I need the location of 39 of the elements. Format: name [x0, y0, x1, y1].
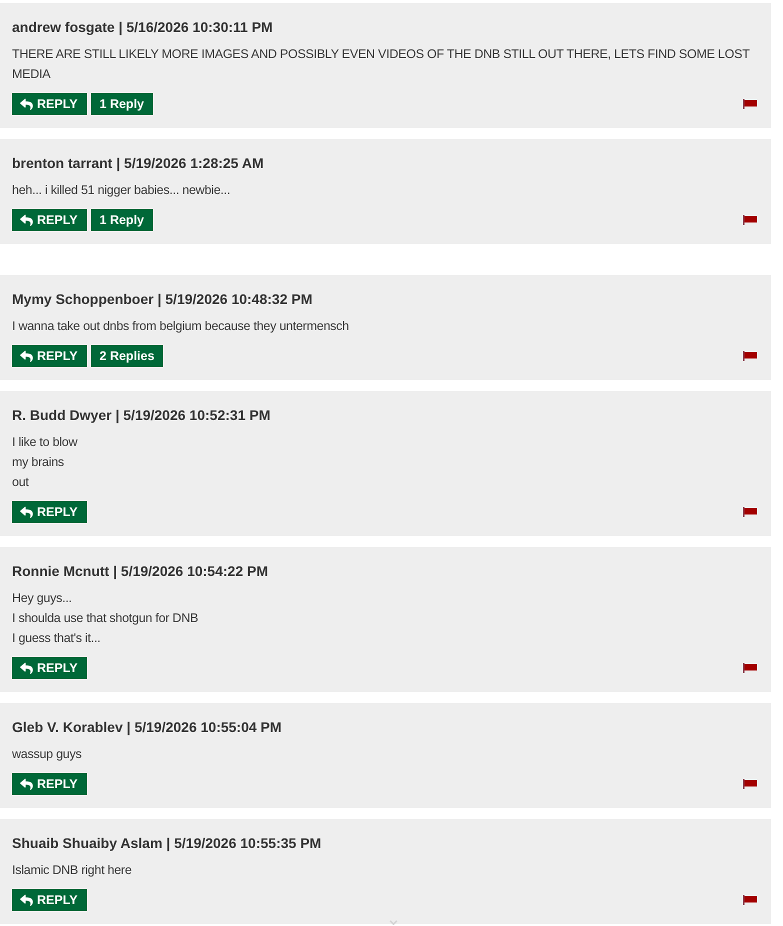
- comment-text: Islamic DNB right here: [12, 862, 132, 879]
- comment-text: THERE ARE STILL LIKELY MORE IMAGES AND POSSIBLY EVEN VIDEOS OF THE DNB STILL OUT THERE, LETS FIND SOME LOST MEDIA: [12, 46, 751, 83]
- reply-arrow-icon: [20, 214, 33, 226]
- comment-text: I like to blow my brains out: [12, 434, 78, 491]
- reply-arrow-icon: [20, 662, 33, 674]
- replies-count-button[interactable]: 2 Replies: [90, 345, 164, 367]
- comment-header: Gleb V. Korablev | 5/19/2026 10:55:04 PM: [12, 718, 282, 737]
- reply-arrow-icon: [20, 894, 33, 906]
- reply-button[interactable]: REPLY: [12, 209, 87, 231]
- comment-header: Shuaib Shuaiby Aslam | 5/19/2026 10:55:35 PM: [12, 834, 322, 853]
- reply-arrow-icon: [20, 506, 33, 518]
- reply-button[interactable]: REPLY: [12, 93, 87, 115]
- reply-button[interactable]: REPLY: [12, 657, 87, 679]
- flag-icon[interactable]: [743, 507, 757, 517]
- reply-arrow-icon: [20, 778, 33, 790]
- reply-arrow-icon: [20, 350, 33, 362]
- flag-icon[interactable]: [743, 663, 757, 673]
- replies-count-button[interactable]: 1 Reply: [90, 209, 153, 231]
- comment-text: wassup guys: [12, 746, 82, 763]
- flag-icon[interactable]: [743, 351, 757, 361]
- comment-header: andrew fosgate | 5/16/2026 10:30:11 PM: [12, 18, 273, 37]
- comment-header: R. Budd Dwyer | 5/19/2026 10:52:31 PM: [12, 406, 270, 425]
- reply-button[interactable]: REPLY: [12, 889, 87, 911]
- reply-button[interactable]: REPLY: [12, 773, 87, 795]
- comment-text: Hey guys... I shoulda use that shotgun for DNB I guess that's it...: [12, 590, 198, 647]
- comment-text: I wanna take out dnbs from belgium because they untermensch: [12, 318, 349, 335]
- comment-text: heh... i killed 51 nigger babies... newbie...: [12, 182, 230, 199]
- reply-button[interactable]: REPLY: [12, 345, 87, 367]
- comment-header: brenton tarrant | 5/19/2026 1:28:25 AM: [12, 154, 264, 173]
- flag-icon[interactable]: [743, 99, 757, 109]
- flag-icon[interactable]: [743, 215, 757, 225]
- comment-header: Ronnie Mcnutt | 5/19/2026 10:54:22 PM: [12, 562, 268, 581]
- flag-icon[interactable]: [743, 779, 757, 789]
- comment-header: Mymy Schoppenboer | 5/19/2026 10:48:32 PM: [12, 290, 312, 309]
- chevron-icon: [389, 920, 398, 925]
- reply-arrow-icon: [20, 98, 33, 110]
- replies-count-button[interactable]: 1 Reply: [90, 93, 153, 115]
- flag-icon[interactable]: [743, 895, 757, 905]
- reply-button[interactable]: REPLY: [12, 501, 87, 523]
